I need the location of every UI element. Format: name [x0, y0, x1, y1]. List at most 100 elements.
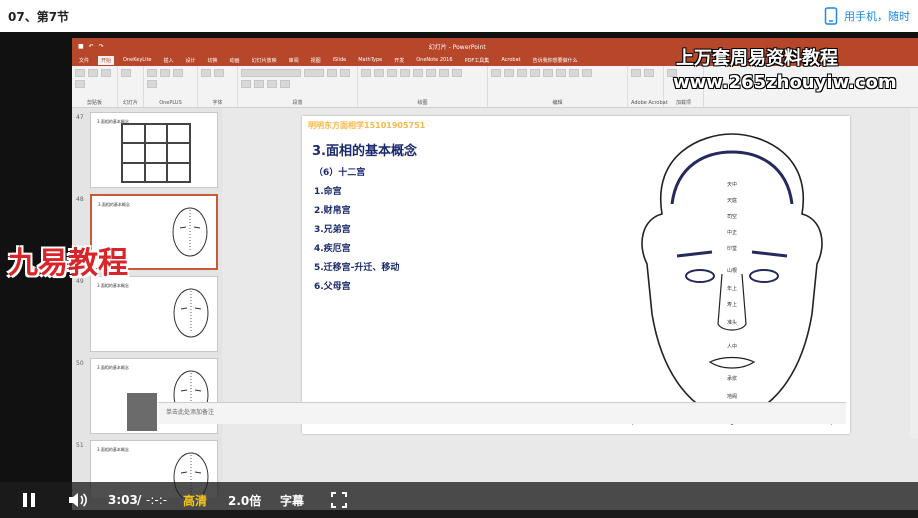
- powerpoint-window: ■ ↶ ↷ 幻灯片 - PowerPoint 文件 开始 OneKeyLite …: [72, 38, 918, 510]
- ribbon-group-clipboard: 剪贴板: [72, 66, 118, 107]
- thumbnail-title: 3.面相的基本概念: [97, 447, 129, 452]
- current-slide[interactable]: 明明东方面相学15101905751 3.面相的基本概念 （6）十二宫 1.命宫…: [302, 116, 850, 434]
- thumbnail-number: 47: [76, 114, 84, 121]
- fullscreen-icon: [331, 492, 347, 508]
- ribbon-tab[interactable]: 审阅: [286, 56, 302, 65]
- speed-button[interactable]: 2.0倍: [228, 482, 261, 518]
- portrait-photo: [127, 393, 157, 431]
- volume-button[interactable]: [68, 482, 88, 518]
- phone-icon: [824, 7, 838, 25]
- face-label: 天中: [727, 181, 737, 188]
- ribbon-tab[interactable]: iSlide: [330, 56, 350, 64]
- ribbon-group-label: 绘图: [417, 100, 428, 106]
- ribbon-group-label: 加载项: [675, 100, 691, 106]
- redo-icon: ↷: [98, 42, 104, 50]
- thumbnail-title: 3.面相的基本概念: [97, 365, 129, 370]
- list-item: 5.迁移宫-升迁、移动: [314, 263, 400, 273]
- ribbon-group-label: 编辑: [552, 100, 563, 106]
- face-label: 印堂: [727, 245, 737, 252]
- face-label: 准头: [727, 319, 737, 326]
- ppt-app-title: 幻灯片 - PowerPoint: [428, 43, 486, 51]
- ribbon-group-label: Adobe Acrobat: [631, 100, 668, 106]
- face-label: 人中: [727, 343, 737, 350]
- slide-thumbnails-pane[interactable]: 47 3.面相的基本概念 48 3.面相的基本概念 49 3.面相的基本概念 5…: [72, 108, 222, 498]
- page: 07、第7节 用手机，随时 ■ ↶ ↷ 幻灯片 - PowerPoint 文件 …: [0, 0, 918, 518]
- face-label: 山根: [727, 267, 737, 274]
- list-item: 2.财帛宫: [314, 206, 351, 216]
- face-label: 地阁: [727, 393, 737, 400]
- fullscreen-button[interactable]: [331, 482, 347, 518]
- ribbon-group-bluetooth: 幻灯片: [118, 66, 144, 107]
- ribbon-tab[interactable]: 设计: [183, 56, 199, 65]
- face-label: 中正: [727, 229, 737, 236]
- watermark-logo: 九易教程: [8, 246, 128, 281]
- thumbnail-title: 3.面相的基本概念: [98, 202, 130, 207]
- ribbon-tab[interactable]: 幻灯片放映: [249, 56, 280, 65]
- face-diagram: 天中 天庭 司空 中正 印堂 山根 年上 寿上 准头 人中 承浆 地阁: [631, 133, 833, 425]
- slide-bullet-list: （6）十二宫 1.命宫 2.财帛宫 3.兄弟宫 4.疾厄宫 5.迁移宫-升迁、移…: [314, 164, 399, 297]
- list-item: 1.命宫: [314, 187, 342, 197]
- tell-me-search[interactable]: 告诉我你想要做什么: [530, 56, 581, 65]
- current-time: 3:03: [108, 493, 138, 507]
- video-title: 07、第7节: [8, 9, 70, 24]
- ribbon-group-paragraph: 绘图: [358, 66, 488, 107]
- list-item: 4.疾厄宫: [314, 244, 351, 254]
- palace-grid-diagram: [121, 123, 191, 183]
- ribbon-group-label: OnePLUS: [159, 100, 182, 106]
- ribbon-tab[interactable]: OneNote 2016: [413, 56, 455, 64]
- list-item: 6.父母宫: [314, 282, 351, 292]
- ribbon-tab[interactable]: OneKeyLite: [120, 56, 154, 64]
- slide-subtitle: （6）十二宫: [314, 168, 366, 178]
- quality-button[interactable]: 高清: [183, 482, 207, 518]
- face-label: 寿上: [727, 301, 737, 308]
- notes-pane[interactable]: 单击此处添加备注: [158, 402, 846, 424]
- ribbon-group-drawing: 编辑: [488, 66, 628, 107]
- undo-icon: ↶: [88, 42, 94, 50]
- ribbon-group-slides: OnePLUS: [144, 66, 198, 107]
- list-item: 3.兄弟宫: [314, 225, 351, 235]
- subtitle-button[interactable]: 字幕: [280, 482, 304, 518]
- face-label: 司空: [727, 213, 737, 220]
- face-label: 天庭: [727, 197, 737, 204]
- duration: -:-:-: [146, 493, 168, 507]
- watermark-text: 上万套周易资料教程: [676, 48, 838, 69]
- player-controls: 3:03 / -:-:- 高清 2.0倍 字幕: [0, 482, 918, 518]
- ribbon-tab[interactable]: 文件: [76, 56, 92, 65]
- ribbon-tab[interactable]: MathType: [355, 56, 385, 64]
- face-thumbnail-image: [173, 288, 209, 338]
- save-icon: ■: [78, 42, 84, 50]
- thumbnail-title: 3.面相的基本概念: [97, 283, 129, 288]
- thumbnail-number: 51: [76, 442, 84, 449]
- time-separator: /: [137, 493, 142, 507]
- ribbon-tab[interactable]: Acrobat: [498, 56, 523, 64]
- ribbon-group-label: 字体: [212, 100, 223, 106]
- mobile-watch-link[interactable]: 用手机，随时: [824, 7, 910, 25]
- ribbon-tab[interactable]: 切换: [205, 56, 221, 65]
- pause-button[interactable]: [22, 482, 36, 518]
- video-header: 07、第7节 用手机，随时: [0, 0, 918, 32]
- slide-thumbnail[interactable]: 3.面相的基本概念: [90, 276, 218, 352]
- ribbon-tab[interactable]: 插入: [161, 56, 177, 65]
- vertical-scrollbar[interactable]: [910, 108, 918, 438]
- thumbnail-number: 50: [76, 360, 84, 367]
- mobile-watch-text: 用手机，随时: [844, 10, 910, 23]
- ribbon-tab-home[interactable]: 开始: [98, 55, 115, 65]
- face-thumbnail-image: [172, 207, 208, 257]
- watermark-url: www.265zhouyiw.com: [673, 72, 897, 93]
- face-label: 年上: [727, 285, 737, 292]
- ribbon-group-label: 幻灯片: [122, 100, 138, 106]
- face-label: 承浆: [727, 375, 737, 382]
- ribbon-tab[interactable]: PDF工具集: [462, 56, 493, 65]
- ribbon-group-label: 段落: [292, 100, 303, 106]
- ribbon-group-editing: Adobe Acrobat: [628, 66, 668, 107]
- ribbon-tab[interactable]: 动画: [227, 56, 243, 65]
- ribbon-group-oneplus: 字体: [198, 66, 238, 107]
- ribbon-tab[interactable]: 视图: [308, 56, 324, 65]
- pause-icon: [23, 493, 35, 507]
- volume-icon: [69, 493, 87, 507]
- slide-thumbnail[interactable]: 3.面相的基本概念: [90, 112, 218, 188]
- slide-title: 3.面相的基本概念: [312, 144, 417, 159]
- ribbon-group-font: 段落: [238, 66, 358, 107]
- slide-contact-line: 明明东方面相学15101905751: [308, 121, 426, 130]
- ribbon-tab[interactable]: 开发: [391, 56, 407, 65]
